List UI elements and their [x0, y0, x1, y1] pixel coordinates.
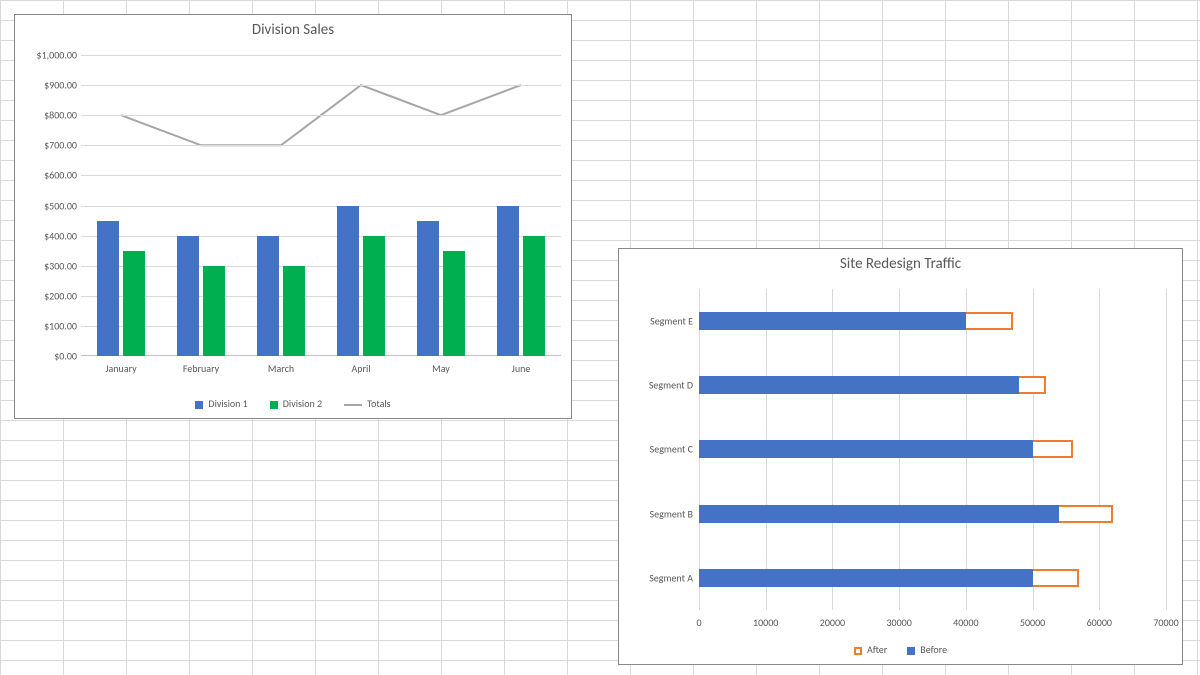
gridline: [1166, 289, 1167, 610]
y-tick-label: Segment B: [650, 507, 693, 520]
y-tick-label: Segment D: [649, 379, 693, 392]
y-tick-label: $400.00: [44, 229, 77, 242]
y-tick-label: $0.00: [54, 350, 77, 363]
y-tick-label: $700.00: [44, 139, 77, 152]
bar-division1: [177, 236, 199, 356]
bar-division1: [417, 221, 439, 356]
y-tick-label: $300.00: [44, 259, 77, 272]
bar-division1: [337, 206, 359, 357]
chart-title: Site Redesign Traffic: [619, 249, 1182, 277]
legend-label: After: [867, 643, 887, 656]
legend-item-division2: Division 2: [270, 397, 322, 410]
bar-division2: [123, 251, 145, 356]
bar-division1: [497, 206, 519, 357]
plot-area: 010000200003000040000500006000070000Segm…: [699, 289, 1166, 610]
chart-title: Division Sales: [15, 15, 571, 43]
y-tick-label: $200.00: [44, 289, 77, 302]
x-tick-label: January: [81, 356, 161, 375]
x-tick-label: 10000: [753, 610, 778, 629]
legend-label: Before: [920, 643, 947, 656]
bar-row: Segment D: [699, 353, 1166, 417]
bar-before: [699, 376, 1019, 394]
x-tick-label: 20000: [820, 610, 845, 629]
y-tick-label: Segment C: [650, 443, 693, 456]
x-tick-label: March: [241, 356, 321, 375]
legend-item-after: After: [854, 643, 887, 656]
x-tick-label: 70000: [1153, 610, 1178, 629]
bar-group: March: [241, 55, 321, 356]
legend-label: Division 2: [283, 397, 322, 410]
y-tick-label: Segment E: [650, 315, 693, 328]
bar-row: Segment A: [699, 546, 1166, 610]
legend: After Before: [619, 643, 1182, 656]
x-tick-label: 30000: [886, 610, 911, 629]
plot-area: $0.00$100.00$200.00$300.00$400.00$500.00…: [81, 55, 561, 356]
bar-division2: [443, 251, 465, 356]
y-tick-label: $600.00: [44, 169, 77, 182]
legend-item-division1: Division 1: [195, 397, 247, 410]
legend-label: Division 1: [208, 397, 247, 410]
bar-division2: [363, 236, 385, 356]
y-tick-label: $800.00: [44, 109, 77, 122]
x-tick-label: 40000: [953, 610, 978, 629]
y-tick-label: $500.00: [44, 199, 77, 212]
y-tick-label: Segment A: [649, 571, 693, 584]
x-tick-label: February: [161, 356, 241, 375]
x-tick-label: April: [321, 356, 401, 375]
bar-before: [699, 569, 1033, 587]
bar-row: Segment E: [699, 289, 1166, 353]
bar-division2: [283, 266, 305, 356]
y-tick-label: $100.00: [44, 319, 77, 332]
legend-item-before: Before: [907, 643, 947, 656]
bar-before: [699, 312, 966, 330]
bar-division1: [97, 221, 119, 356]
bar-division1: [257, 236, 279, 356]
bar-row: Segment B: [699, 482, 1166, 546]
bar-group: February: [161, 55, 241, 356]
bar-group: June: [481, 55, 561, 356]
bar-before: [699, 505, 1059, 523]
x-tick-label: June: [481, 356, 561, 375]
division-sales-chart[interactable]: Division Sales $0.00$100.00$200.00$300.0…: [14, 14, 572, 419]
bar-group: April: [321, 55, 401, 356]
bar-before: [699, 440, 1033, 458]
x-tick-label: 50000: [1020, 610, 1045, 629]
bar-group: May: [401, 55, 481, 356]
bar-row: Segment C: [699, 417, 1166, 481]
x-tick-label: 0: [696, 610, 701, 629]
legend-item-totals: Totals: [344, 397, 390, 410]
site-redesign-traffic-chart[interactable]: Site Redesign Traffic 010000200003000040…: [618, 248, 1183, 665]
bar-division2: [523, 236, 545, 356]
legend-label: Totals: [367, 397, 390, 410]
x-tick-label: 60000: [1087, 610, 1112, 629]
y-tick-label: $900.00: [44, 79, 77, 92]
bar-group: January: [81, 55, 161, 356]
bar-division2: [203, 266, 225, 356]
y-tick-label: $1,000.00: [37, 49, 78, 62]
x-tick-label: May: [401, 356, 481, 375]
legend: Division 1 Division 2 Totals: [15, 397, 571, 410]
